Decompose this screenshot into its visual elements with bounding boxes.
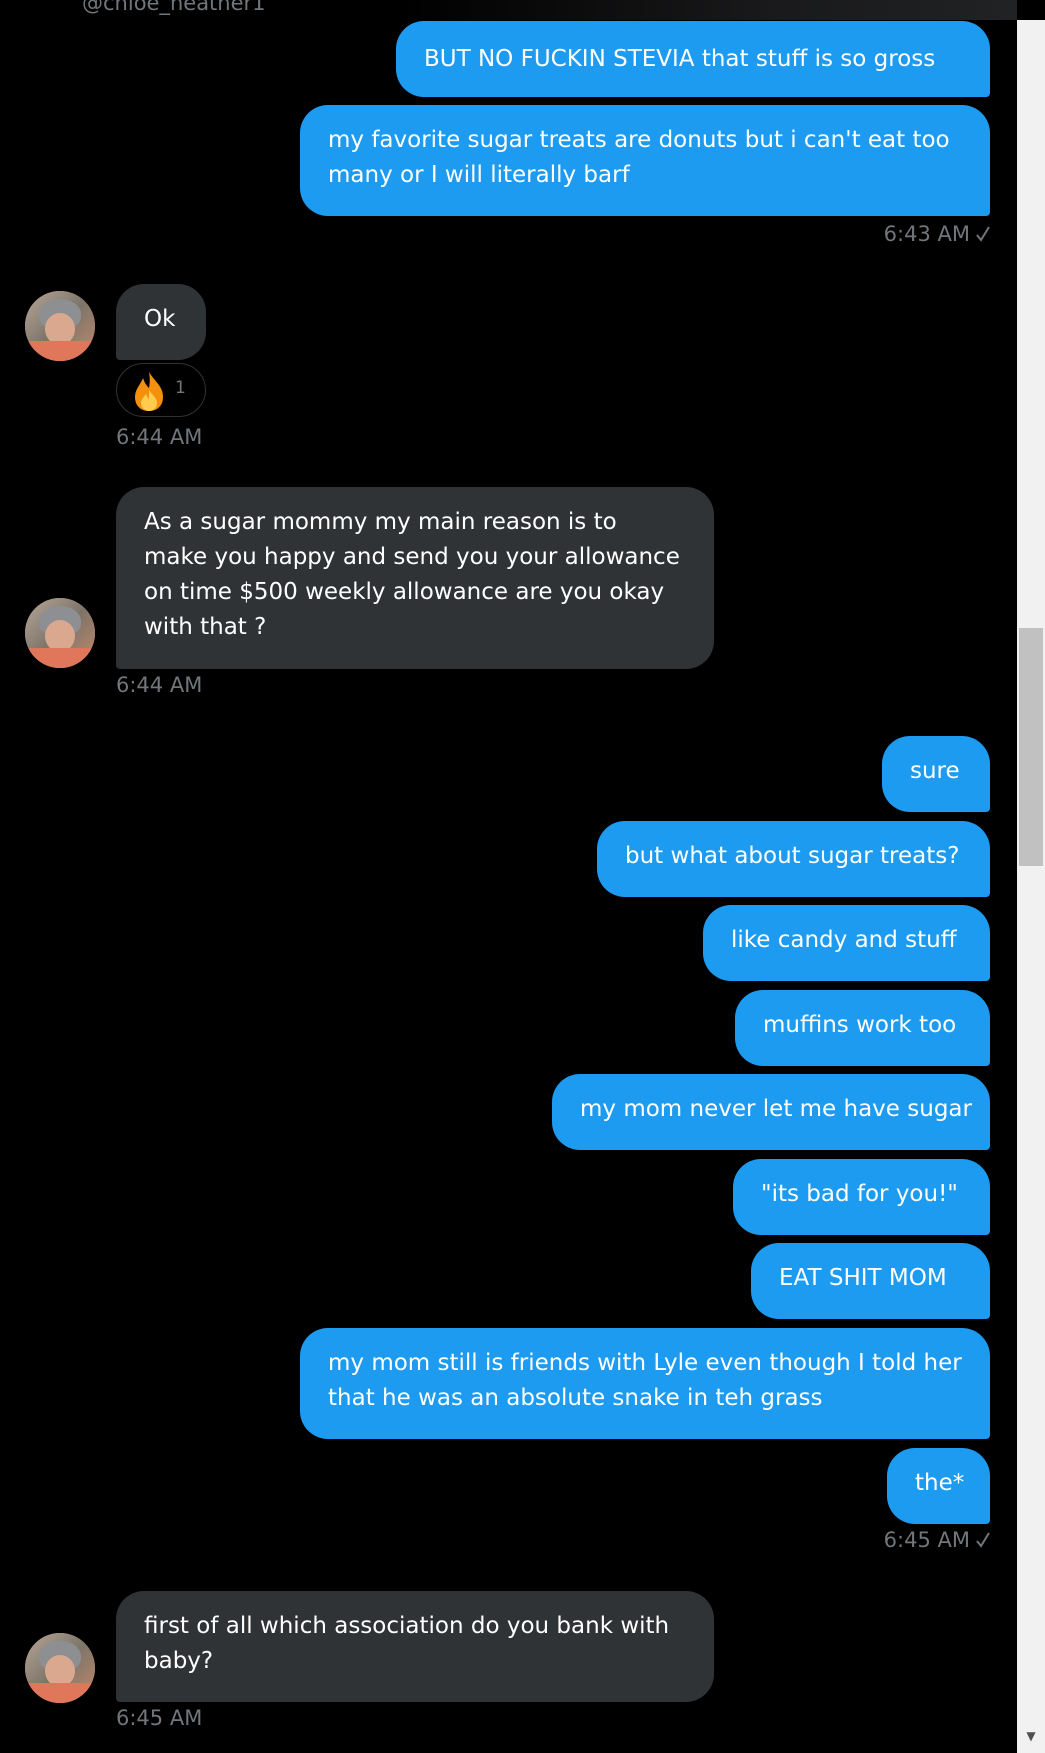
dm-conversation-view: @chloe_heather1 BUT NO FUCKIN STEVIA tha… [0, 0, 1045, 1753]
message-bubble-sent[interactable]: EAT SHIT MOM [751, 1243, 990, 1319]
avatar[interactable] [25, 291, 95, 361]
message-bubble-sent[interactable]: the* [887, 1448, 990, 1524]
message-bubble-sent[interactable]: "its bad for you!" [733, 1159, 990, 1235]
scroll-down-arrow-icon[interactable]: ▼ [1019, 1725, 1043, 1747]
message-bubble-received[interactable]: Ok [116, 284, 206, 360]
avatar[interactable] [25, 1633, 95, 1703]
message-text: first of all which association do you ba… [144, 1613, 670, 1674]
header-shadow [400, 0, 1017, 20]
message-bubble-sent[interactable]: my favorite sugar treats are donuts but … [300, 105, 990, 216]
message-bubble-sent[interactable]: my mom never let me have sugar [552, 1074, 990, 1150]
partner-handle: @chloe_heather1 [82, 0, 266, 15]
message-text: like candy and stuff [731, 927, 957, 953]
scrollbar-track[interactable] [1017, 20, 1045, 1753]
message-text: BUT NO FUCKIN STEVIA that stuff is so gr… [424, 46, 936, 72]
message-bubble-sent[interactable]: sure [882, 736, 990, 812]
message-text: my mom still is friends with Lyle even t… [328, 1350, 962, 1411]
message-text: the* [915, 1470, 965, 1496]
message-bubble-sent[interactable]: like candy and stuff [703, 905, 990, 981]
message-bubble-sent[interactable]: muffins work too [735, 990, 990, 1066]
message-text: As a sugar mommy my main reason is to ma… [144, 509, 680, 640]
message-text: "its bad for you!" [761, 1181, 958, 1207]
message-text: but what about sugar treats? [625, 843, 960, 869]
message-timestamp: 6:45 AM [820, 1528, 990, 1552]
message-bubble-received[interactable]: first of all which association do you ba… [116, 1591, 714, 1702]
message-text: Ok [144, 306, 176, 332]
message-timestamp: 6:44 AM [116, 425, 203, 449]
message-text: my favorite sugar treats are donuts but … [328, 127, 950, 188]
reaction-count: 1 [175, 378, 186, 398]
message-text: muffins work too [763, 1012, 957, 1038]
message-text: sure [910, 758, 960, 784]
message-bubble-received[interactable]: As a sugar mommy my main reason is to ma… [116, 487, 714, 669]
message-bubble-sent[interactable]: my mom still is friends with Lyle even t… [300, 1328, 990, 1439]
reaction-badge[interactable]: 1 [116, 363, 206, 417]
message-timestamp: 6:45 AM [116, 1706, 203, 1730]
message-timestamp: 6:43 AM [820, 222, 990, 246]
message-text: EAT SHIT MOM [779, 1265, 947, 1291]
scrollbar-thumb[interactable] [1019, 628, 1043, 866]
checkmark-icon [976, 226, 990, 242]
fire-emoji-icon [135, 372, 163, 411]
avatar[interactable] [25, 598, 95, 668]
message-text: my mom never let me have sugar [580, 1096, 972, 1122]
message-bubble-sent[interactable]: BUT NO FUCKIN STEVIA that stuff is so gr… [396, 21, 990, 97]
checkmark-icon [976, 1532, 990, 1548]
message-bubble-sent[interactable]: but what about sugar treats? [597, 821, 990, 897]
message-timestamp: 6:44 AM [116, 673, 203, 697]
